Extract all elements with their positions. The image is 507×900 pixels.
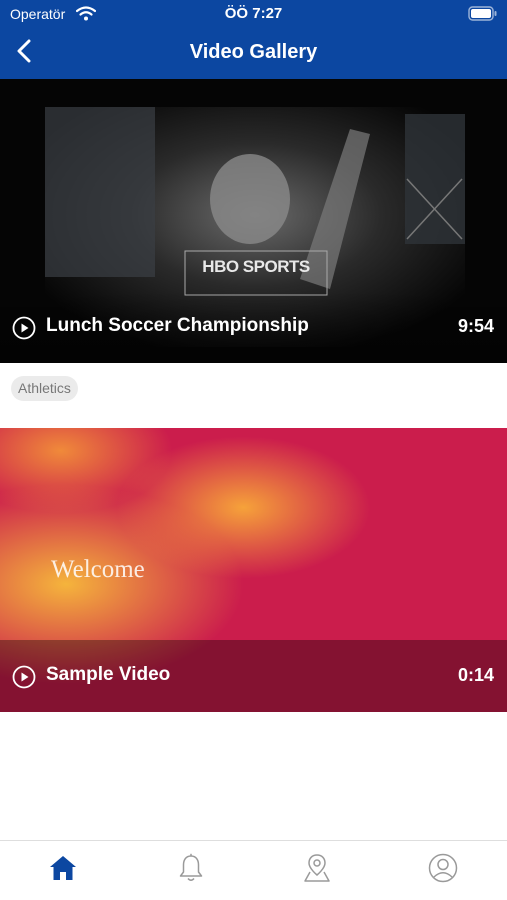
- status-bar: Operatör ÖÖ 7:27: [0, 0, 507, 28]
- category-tag[interactable]: Athletics: [11, 376, 78, 401]
- page-title: Video Gallery: [189, 41, 318, 63]
- video-duration: 0:14: [457, 665, 494, 685]
- tab-bar: [0, 840, 507, 900]
- play-icon[interactable]: [12, 316, 36, 340]
- video-card-lunch-soccer[interactable]: HBO SPORTS Lunch Soccer Championship 9:5…: [0, 79, 507, 363]
- video-info-bar: Lunch Soccer Championship 9:54: [0, 291, 507, 363]
- home-icon: [48, 854, 78, 887]
- video-info-bar: Sample Video 0:14: [0, 640, 507, 712]
- thumbnail-logo-text: HBO SPORTS: [202, 257, 310, 276]
- tab-notifications[interactable]: [174, 853, 208, 887]
- video-title: Sample Video: [46, 664, 171, 685]
- nav-bar: Video Gallery: [0, 30, 507, 76]
- map-pin-icon: [303, 853, 331, 888]
- video-title: Lunch Soccer Championship: [46, 315, 309, 336]
- thumbnail-welcome-text: Welcome: [51, 556, 145, 583]
- app-header: Operatör ÖÖ 7:27 Video Gallery: [0, 0, 507, 79]
- status-time: ÖÖ 7:27: [224, 5, 283, 22]
- video-duration: 9:54: [457, 316, 494, 336]
- tab-locations[interactable]: [300, 853, 334, 887]
- battery-icon: [468, 6, 498, 26]
- tab-profile[interactable]: [426, 853, 460, 887]
- bell-icon: [178, 853, 204, 888]
- tab-home[interactable]: [46, 853, 80, 887]
- play-icon[interactable]: [12, 665, 36, 689]
- video-card-sample[interactable]: Welcome Sample Video 0:14: [0, 428, 507, 712]
- user-icon: [428, 853, 458, 888]
